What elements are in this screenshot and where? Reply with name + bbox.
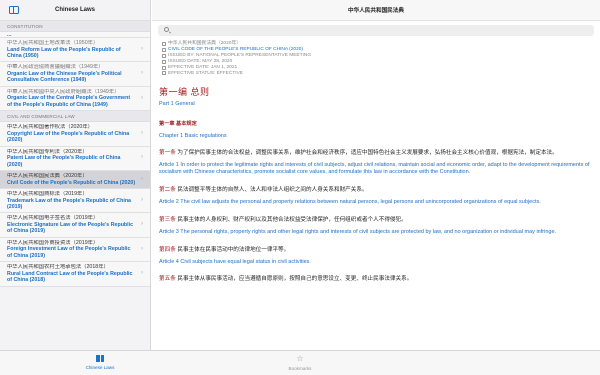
chevron-right-icon: › <box>141 175 143 182</box>
list-item[interactable]: 中华人民共和国著作权法（2020年） Copyright Law of the … <box>0 122 150 147</box>
article: 第五条 民事主体从事民事活动，应当遵循自愿原则，按照自己的意思设立、变更、终止民… <box>159 276 594 283</box>
tab-bar: Chinese Laws ☆ Bookmarks <box>0 350 600 375</box>
part-title-cn: 第一编 总则 <box>159 87 210 98</box>
article-text-cn: 民事主体在民事活动中的法律地位一律平等。 <box>177 246 290 253</box>
tab-label: Bookmarks <box>288 366 312 371</box>
chevron-right-icon: › <box>141 269 143 276</box>
list-item-cn: 中華人民政治協商會議組織法（1949年） <box>7 64 104 71</box>
list-item[interactable]: 中华人民共和国外商投资法（2019年） Foreign Investment L… <box>0 237 150 263</box>
chevron-right-icon: › <box>141 129 143 136</box>
list-item-selected[interactable]: 中华人民共和国民法典（2020年） Civil Code of the Peop… <box>0 171 150 190</box>
article-en: Article 2 The civil law adjusts the pers… <box>159 199 541 206</box>
list-item-en: Organic Law of the Central People's Gove… <box>7 95 131 108</box>
search-input[interactable] <box>158 25 594 36</box>
list-item-cn: 中华人民共和国专利法（2020年） <box>7 148 88 155</box>
meta-text: EFFECTIVE STATUS: EFFECTIVE <box>168 70 243 76</box>
status-icon <box>162 71 166 76</box>
chevron-right-icon: › <box>141 94 143 101</box>
chevron-right-icon: › <box>141 154 143 161</box>
article: 第二条 民法调整平等主体的自然人、法人和非法人组织之间的人身关系和财产关系。 A… <box>159 187 594 206</box>
main-content: 中华人民共和国民法典 中华人民共和国民法典（2020年） CIVIL CODE … <box>152 0 600 350</box>
section-header: CONSTITUTION <box>0 21 150 32</box>
chevron-right-icon: › <box>141 196 143 203</box>
list-item-cn: 中华人民共和国民法典（2020年） <box>7 173 88 180</box>
article-en: Article 3 The personal rights, property … <box>159 228 557 235</box>
content-title: 中华人民共和国民法典 <box>348 8 404 14</box>
article-text-cn: 民法调整平等主体的自然人、法人和非法人组织之间的人身关系和财产关系。 <box>177 187 368 194</box>
article-number: 第一条 <box>159 150 176 157</box>
article-text-cn: 为了保护民事主体的合法权益，调整民事关系，维护社会和经济秩序，适应中国特色社会主… <box>177 150 558 157</box>
article-text-cn: 民事主体从事民事活动，应当遵循自愿原则，按照自己的意思设立、变更、终止民事法律关… <box>177 276 413 283</box>
chevron-right-icon: › <box>141 221 143 228</box>
person-icon <box>162 53 166 58</box>
meta-line: EFFECTIVE STATUS: EFFECTIVE <box>162 71 600 77</box>
law-text: 第一编 总则 Part 1 General 第一章 基本规定 Chapter 1… <box>152 85 600 283</box>
chevron-right-icon: › <box>141 245 143 252</box>
tab-chinese-laws[interactable]: Chinese Laws <box>0 351 200 375</box>
content-header: 中华人民共和国民法典 <box>152 0 600 21</box>
article-number: 第三条 <box>159 216 176 223</box>
list-item-cn: 中华人民共和国农村土地承包法（2018年） <box>7 264 109 271</box>
list-item[interactable]: 中华人民共和国土地改革法（1950年） Land Reform Law of t… <box>0 38 150 63</box>
list-item[interactable]: 中华人民共和国农村土地承包法（2018年） Rural Land Contrac… <box>0 262 150 287</box>
list-item-cn: 中华人民共和国著作权法（2020年） <box>7 124 93 131</box>
list-item-en: Electronic Signature Law of the People's… <box>7 222 134 235</box>
star-icon: ☆ <box>296 354 304 363</box>
sidebar-toggle-icon[interactable] <box>9 6 19 14</box>
document-icon <box>162 47 166 52</box>
list-item-en: Patent Law of the People's Republic of C… <box>7 155 121 168</box>
section-header: CIVIL AND COMMERCIAL LAW <box>0 111 150 123</box>
article-number: 第四条 <box>159 246 176 253</box>
part-title-en: Part 1 General <box>159 101 195 108</box>
article-cn: 第四条 民事主体在民事活动中的法律地位一律平等。 <box>159 247 594 254</box>
chapter-title-cn: 第一章 基本规定 <box>159 121 197 128</box>
tab-label: Chinese Laws <box>85 365 115 370</box>
app-window: Chinese Laws CONSTITUTION ... 中华人民共和国土地改… <box>0 0 600 375</box>
list-item-en: Organic Law of the Chinese People's Poli… <box>7 71 122 84</box>
tab-bookmarks[interactable]: ☆ Bookmarks <box>200 351 400 375</box>
sidebar-header: Chinese Laws <box>0 0 150 21</box>
list-item-cn: 中華人民共和國中央人民政府組織法（1949年） <box>7 88 120 95</box>
calendar-icon <box>162 65 166 70</box>
list-item-en: Rural Land Contract Law of the People's … <box>7 270 133 284</box>
article: 第一条 为了保护民事主体的合法权益，调整民事关系，维护社会和经济秩序，适应中国特… <box>159 150 594 176</box>
list-item-cn: 中华人民共和国外商投资法（2019年） <box>7 239 99 246</box>
law-metadata: 中华人民共和国民法典（2020年） CIVIL CODE OF THE PEOP… <box>162 41 600 76</box>
chevron-right-icon: › <box>141 70 143 77</box>
article-number: 第二条 <box>159 187 176 194</box>
list-item[interactable]: 中华人民共和国商标法（2019年） Trademark Law of the P… <box>0 189 150 214</box>
article-number: 第五条 <box>159 276 176 283</box>
list-item-cn: 中华人民共和国商标法（2019年） <box>7 191 88 198</box>
sidebar-list: CONSTITUTION ... 中华人民共和国土地改革法（1950年） Lan… <box>0 21 150 287</box>
calendar-icon <box>162 59 166 64</box>
document-icon <box>162 41 166 46</box>
article-en: Article 1 In order to protect the legiti… <box>159 162 590 176</box>
article: 第四条 民事主体在民事活动中的法律地位一律平等。 Article 4 Civil… <box>159 247 594 266</box>
article-cn: 第五条 民事主体从事民事活动，应当遵循自愿原则，按照自己的意思设立、变更、终止民… <box>159 276 594 283</box>
list-item-cn: 中华人民共和国电子签名法（2019年） <box>7 215 99 222</box>
list-item-en: Copyright Law of the People's Republic o… <box>7 130 130 144</box>
list-item[interactable]: 中華人民共和國中央人民政府組織法（1949年） Organic Law of t… <box>0 86 150 112</box>
article-en: Article 4 Civil subjects have equal lega… <box>159 258 311 265</box>
search-icon <box>164 27 169 32</box>
chapter-title-en: Chapter 1 Basic regulations <box>159 133 227 140</box>
list-item[interactable]: 中华人民共和国专利法（2020年） Patent Law of the Peop… <box>0 146 150 172</box>
sidebar-title: Chinese Laws <box>54 7 95 13</box>
article-text-cn: 民事主体的人身权利、财产权利以及其他合法权益受法律保护，任何组织或者个人不得侵犯… <box>177 216 407 223</box>
list-item-en: Foreign Investment Law of the People's R… <box>7 246 131 259</box>
article: 第三条 民事主体的人身权利、财产权利以及其他合法权益受法律保护，任何组织或者个人… <box>159 217 594 236</box>
list-item-en: Civil Code of the People's Republic of C… <box>7 179 136 186</box>
list-item-en: Trademark Law of the People's Republic o… <box>7 197 131 211</box>
article-cn: 第一条 为了保护民事主体的合法权益，调整民事关系，维护社会和经济秩序，适应中国特… <box>159 150 594 157</box>
sidebar: Chinese Laws CONSTITUTION ... 中华人民共和国土地改… <box>0 0 151 350</box>
article-cn: 第二条 民法调整平等主体的自然人、法人和非法人组织之间的人身关系和财产关系。 <box>159 187 594 194</box>
article-cn: 第三条 民事主体的人身权利、财产权利以及其他合法权益受法律保护，任何组织或者个人… <box>159 217 594 224</box>
list-item-en: Land Reform Law of the People's Republic… <box>7 46 121 59</box>
list-item[interactable]: 中華人民政治協商會議組織法（1949年） Organic Law of the … <box>0 62 150 87</box>
list-item[interactable]: 中华人民共和国电子签名法（2019年） Electronic Signature… <box>0 213 150 238</box>
chevron-right-icon: › <box>141 45 143 52</box>
book-icon <box>96 355 104 362</box>
list-item-cn: 中华人民共和国土地改革法（1950年） <box>7 40 99 46</box>
